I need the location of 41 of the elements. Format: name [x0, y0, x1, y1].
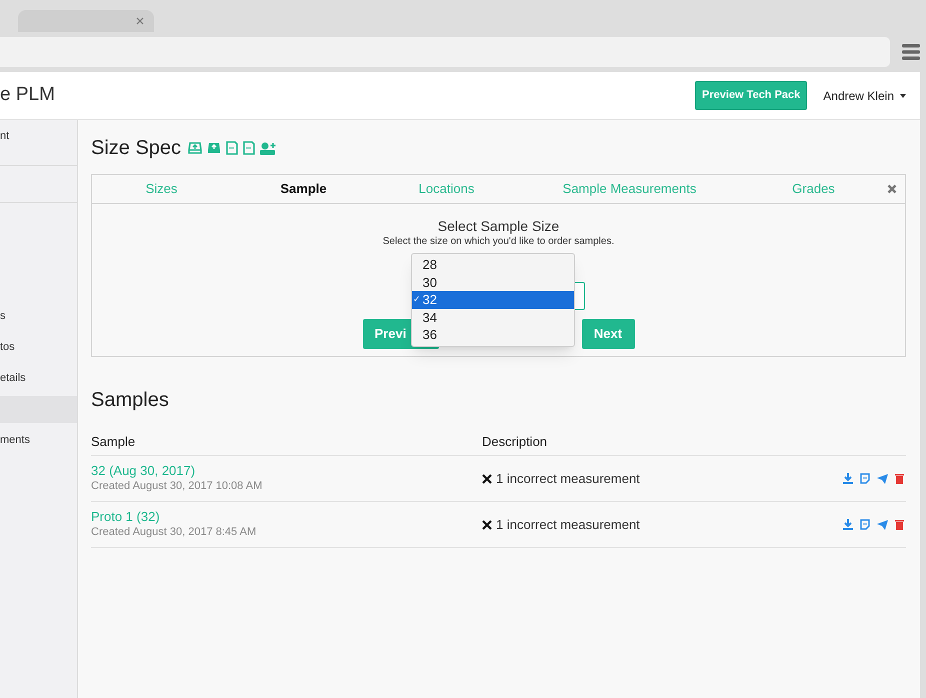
close-icon[interactable] [136, 17, 144, 25]
caret-icon [900, 94, 906, 98]
sidebar-item[interactable]: s [0, 303, 77, 330]
created-date: Created August 30, 2017 10:08 AM [91, 479, 264, 494]
sidebar-item[interactable]: nt [0, 120, 77, 150]
created-date: Created August 30, 2017 8:45 AM [91, 525, 258, 540]
app-title: e PLM [0, 83, 56, 108]
upload-icon[interactable] [188, 142, 202, 154]
table-cell-text: 1 incorrect measurement [496, 470, 641, 488]
send-icon[interactable] [877, 474, 888, 484]
menu-icon[interactable] [902, 44, 920, 60]
send-icon[interactable] [877, 520, 888, 530]
sidebar-item[interactable]: etails [0, 365, 77, 392]
section-title: Size Spec [91, 136, 182, 161]
cross-icon [482, 474, 492, 484]
dropdown-option[interactable]: 30 [412, 274, 574, 291]
column-header: Description [482, 433, 548, 452]
trash-icon[interactable] [895, 473, 904, 484]
dropdown-option[interactable]: ✓32 [412, 291, 574, 308]
sidebar-item[interactable]: tos [0, 334, 77, 361]
download-icon[interactable] [843, 519, 853, 530]
step-heading: Select Sample Size [438, 218, 560, 235]
cross-icon [482, 520, 492, 530]
section-title: Samples [91, 388, 170, 413]
trash-icon[interactable] [895, 519, 904, 530]
check-mark: ✓ [412, 293, 422, 306]
column-header: Sample [91, 433, 136, 452]
step-description: Select the size on which you'd like to order samples. [382, 235, 614, 248]
tab[interactable]: Sample [231, 179, 376, 199]
document-icon[interactable] [243, 141, 256, 155]
document-icon[interactable] [226, 141, 238, 155]
upload-icon[interactable] [207, 142, 222, 154]
note-icon[interactable] [860, 519, 870, 530]
download-icon[interactable] [843, 473, 853, 484]
user-menu[interactable]: Andrew Klein [823, 86, 906, 104]
note-icon[interactable] [860, 473, 870, 484]
close-icon[interactable] [887, 184, 897, 194]
user-add-icon[interactable] [260, 142, 278, 154]
dropdown-option[interactable]: 28 [412, 256, 574, 274]
sidebar-item[interactable]: ments [0, 427, 77, 454]
table-cell-text: 1 incorrect measurement [496, 516, 641, 534]
